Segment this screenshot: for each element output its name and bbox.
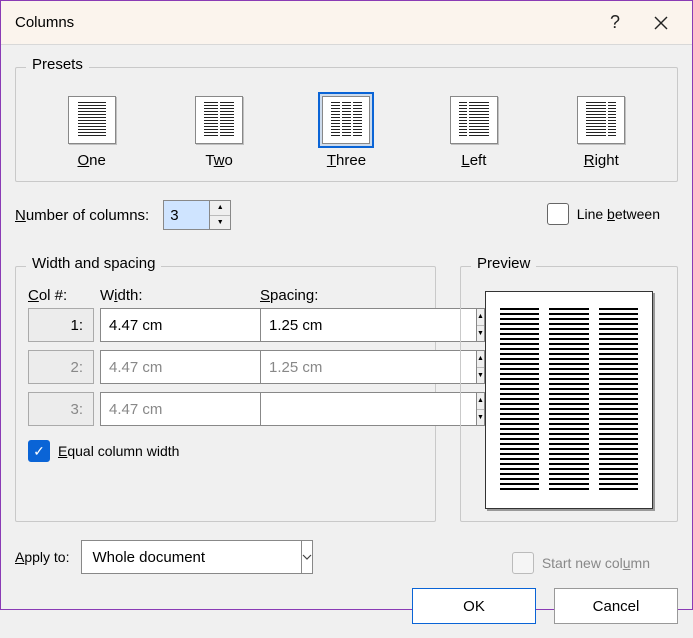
cancel-button[interactable]: Cancel xyxy=(554,588,678,624)
spacing-1-input[interactable] xyxy=(260,308,476,342)
width-2-spinner: ▲▼ xyxy=(100,350,254,384)
start-new-column-row: Start new column xyxy=(512,552,650,574)
num-columns-spinner[interactable]: ▲ ▼ xyxy=(163,200,231,230)
close-icon xyxy=(654,16,668,30)
width-spacing-group: Width and spacing Col #: Width: Spacing:… xyxy=(15,266,436,522)
preset-right[interactable]: Right xyxy=(556,96,646,169)
start-new-column-checkbox xyxy=(512,552,534,574)
preview-page xyxy=(485,291,653,509)
ok-button[interactable]: OK xyxy=(412,588,536,624)
spacing-3-spinner: ▲▼ xyxy=(260,392,400,426)
preview-col-3 xyxy=(599,308,638,492)
titlebar: Columns ? xyxy=(1,1,692,45)
line-between-row[interactable]: Line between xyxy=(547,203,660,225)
preset-left[interactable]: Left xyxy=(429,96,519,169)
ws-row-1: 1: ▲▼ ▲▼ xyxy=(28,308,423,342)
preset-two-label: Two xyxy=(205,152,233,169)
preview-col-2 xyxy=(549,308,588,492)
header-spacing: Spacing: xyxy=(260,287,400,304)
equal-width-row[interactable]: Equal column width xyxy=(28,440,423,462)
preset-right-icon xyxy=(577,96,625,144)
equal-width-label: Equal column width xyxy=(58,443,179,459)
ws-row-2: 2: ▲▼ ▲▼ xyxy=(28,350,423,384)
preview-label: Preview xyxy=(471,255,536,272)
help-button[interactable]: ? xyxy=(592,1,638,45)
width-1-spinner[interactable]: ▲▼ xyxy=(100,308,254,342)
apply-to-input[interactable] xyxy=(81,540,301,574)
spacing-2-spinner: ▲▼ xyxy=(260,350,400,384)
dialog-footer: OK Cancel xyxy=(1,588,692,638)
dialog-title: Columns xyxy=(15,14,592,31)
width-3-spinner: ▲▼ xyxy=(100,392,254,426)
preset-two-icon xyxy=(195,96,243,144)
preset-three-label: Three xyxy=(327,152,366,169)
preset-right-label: Right xyxy=(584,152,619,169)
header-col: Col #: xyxy=(28,287,94,304)
num-columns-down[interactable]: ▼ xyxy=(210,216,230,230)
spacing-2-input xyxy=(260,350,476,384)
num-columns-input[interactable] xyxy=(163,200,209,230)
ws-row-3: 3: ▲▼ ▲▼ xyxy=(28,392,423,426)
chevron-down-icon xyxy=(302,554,312,560)
preset-two[interactable]: Two xyxy=(174,96,264,169)
preset-left-icon xyxy=(450,96,498,144)
preset-three[interactable]: Three xyxy=(301,96,391,169)
col-cell-2: 2: xyxy=(28,350,94,384)
presets-group: Presets One Two xyxy=(15,67,678,182)
dialog-body: Presets One Two xyxy=(1,45,692,588)
line-between-checkbox[interactable] xyxy=(547,203,569,225)
columns-dialog: Columns ? Presets One xyxy=(0,0,693,610)
equal-width-checkbox[interactable] xyxy=(28,440,50,462)
preset-one[interactable]: One xyxy=(47,96,137,169)
preset-left-label: Left xyxy=(461,152,486,169)
col-cell-1: 1: xyxy=(28,308,94,342)
preset-one-label: One xyxy=(78,152,106,169)
presets-row: One Two Three xyxy=(28,88,665,169)
close-button[interactable] xyxy=(638,1,684,45)
preset-one-icon xyxy=(68,96,116,144)
apply-to-label: Apply to: xyxy=(15,549,69,565)
spacing-3-input xyxy=(260,392,476,426)
width-spacing-label: Width and spacing xyxy=(26,255,161,272)
preview-group: Preview xyxy=(460,266,678,522)
preset-three-icon xyxy=(322,96,370,144)
preview-col-1 xyxy=(500,308,539,492)
start-new-column-label: Start new column xyxy=(542,555,650,571)
presets-group-label: Presets xyxy=(26,56,89,73)
line-between-label: Line between xyxy=(577,206,660,222)
apply-to-dropdown-button[interactable] xyxy=(301,540,313,574)
num-columns-label: Number of columns: xyxy=(15,207,149,224)
col-cell-3: 3: xyxy=(28,392,94,426)
apply-to-combo[interactable] xyxy=(81,540,293,574)
header-width: Width: xyxy=(100,287,254,304)
spacing-1-spinner[interactable]: ▲▼ xyxy=(260,308,400,342)
num-columns-up[interactable]: ▲ xyxy=(210,201,230,216)
